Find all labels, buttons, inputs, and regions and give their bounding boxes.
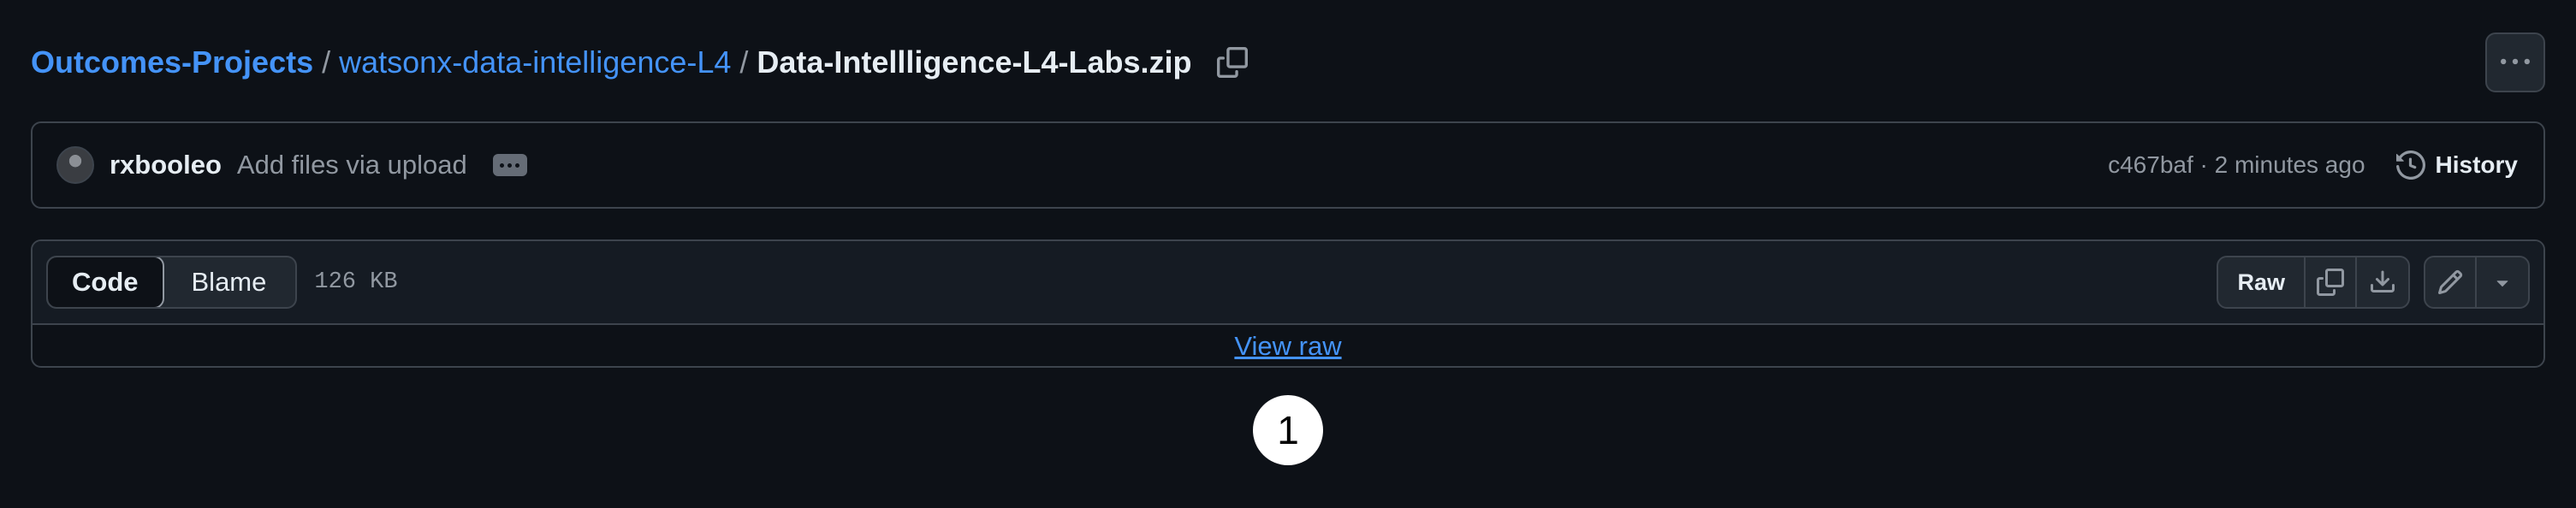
download-icon [2369,269,2396,296]
edit-file-button[interactable] [2425,257,2477,307]
commit-right-section: c467baf · 2 minutes ago History [2108,151,2518,180]
triangle-down-icon [2490,270,2514,294]
latest-commit-bar: rxbooleo Add files via upload c467baf · … [31,121,2545,209]
kebab-horizontal-icon [2501,48,2530,77]
file-viewer: Code Blame 126 KB Raw View raw [31,239,2545,368]
breadcrumb-current-file: Data-Intellligence-L4-Labs.zip [757,44,1192,80]
breadcrumb-owner-link[interactable]: Outcomes-Projects [31,44,313,80]
copy-path-button[interactable] [1214,44,1251,81]
step-marker: 1 [1253,395,1323,465]
file-toolbar: Code Blame 126 KB Raw [33,241,2543,325]
raw-button[interactable]: Raw [2218,257,2306,307]
commit-message[interactable]: Add files via upload [237,150,467,180]
breadcrumb-repo-link[interactable]: watsonx-data-intelligence-L4 [339,44,731,80]
download-button[interactable] [2357,257,2408,307]
breadcrumb-separator: / [739,44,749,80]
commit-meta[interactable]: c467baf · 2 minutes ago [2108,151,2365,179]
tab-blame[interactable]: Blame [163,257,296,307]
file-actions: Raw [2217,256,2530,309]
avatar[interactable] [56,146,94,184]
file-size: 126 KB [314,269,398,295]
history-label: History [2435,151,2518,178]
copy-icon [1217,47,1249,78]
tab-code[interactable]: Code [48,257,164,307]
file-header-bar: Outcomes-Projects / watsonx-data-intelli… [31,32,2545,92]
ellipsis-icon [500,162,505,168]
edit-actions-group [2424,256,2530,309]
pencil-icon [2437,269,2464,296]
breadcrumb-separator: / [322,44,331,80]
ellipsis-icon [515,162,520,168]
view-raw-link[interactable]: View raw [1234,331,1341,362]
ellipsis-icon [507,162,513,168]
history-icon [2395,151,2425,180]
copy-raw-button[interactable] [2306,257,2357,307]
more-options-button[interactable] [2485,32,2545,92]
raw-actions-group: Raw [2217,256,2410,309]
commit-author[interactable]: rxbooleo [110,150,222,180]
history-button[interactable]: History [2395,151,2518,180]
view-mode-toggle: Code Blame [46,256,298,309]
file-content: View raw [33,325,2543,366]
copy-icon [2317,269,2344,296]
breadcrumb: Outcomes-Projects / watsonx-data-intelli… [31,44,1191,80]
edit-dropdown-button[interactable] [2477,257,2528,307]
commit-details-toggle[interactable] [492,154,527,176]
